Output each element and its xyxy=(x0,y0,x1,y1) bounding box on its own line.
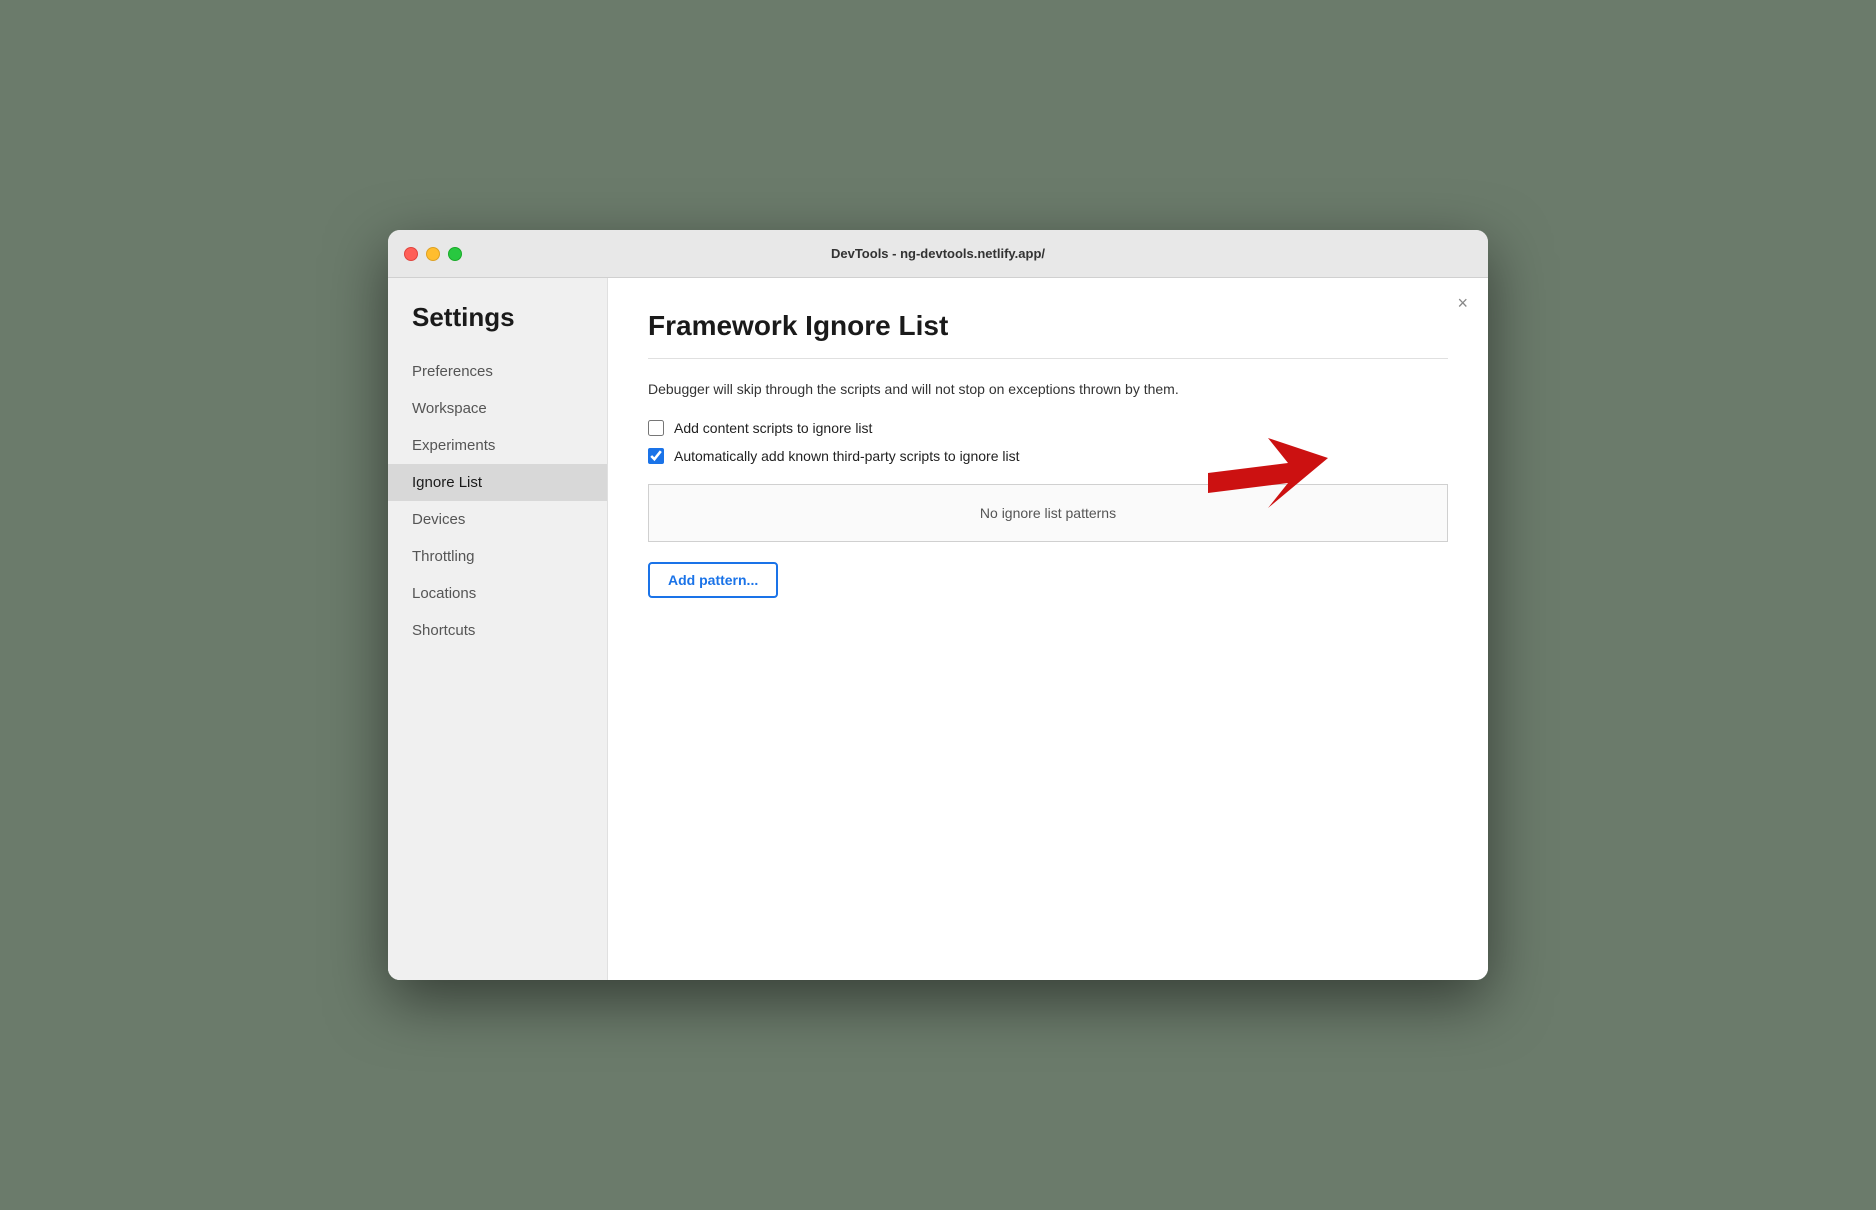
description-text: Debugger will skip through the scripts a… xyxy=(648,379,1448,400)
close-traffic-light[interactable] xyxy=(404,247,418,261)
sidebar-item-locations[interactable]: Locations xyxy=(388,575,607,612)
sidebar-item-workspace[interactable]: Workspace xyxy=(388,390,607,427)
window-title: DevTools - ng-devtools.netlify.app/ xyxy=(831,246,1045,261)
maximize-traffic-light[interactable] xyxy=(448,247,462,261)
window-content: Settings Preferences Workspace Experimen… xyxy=(388,278,1488,980)
sidebar-item-experiments[interactable]: Experiments xyxy=(388,427,607,464)
auto-add-third-party-checkbox[interactable] xyxy=(648,448,664,464)
sidebar-item-shortcuts[interactable]: Shortcuts xyxy=(388,612,607,649)
red-arrow-annotation xyxy=(1208,438,1328,508)
checkbox-row-third-party: Automatically add known third-party scri… xyxy=(648,448,1448,464)
traffic-lights xyxy=(404,247,462,261)
close-button[interactable]: × xyxy=(1457,294,1468,312)
sidebar-item-ignore-list[interactable]: Ignore List xyxy=(388,464,607,501)
patterns-box: No ignore list patterns xyxy=(648,484,1448,542)
add-content-scripts-checkbox[interactable] xyxy=(648,420,664,436)
sidebar: Settings Preferences Workspace Experimen… xyxy=(388,278,608,980)
sidebar-heading: Settings xyxy=(388,302,607,353)
sidebar-item-throttling[interactable]: Throttling xyxy=(388,538,607,575)
sidebar-item-preferences[interactable]: Preferences xyxy=(388,353,607,390)
no-patterns-text: No ignore list patterns xyxy=(980,505,1116,521)
main-panel: × Framework Ignore List Debugger will sk… xyxy=(608,278,1488,980)
app-window: DevTools - ng-devtools.netlify.app/ Sett… xyxy=(388,230,1488,980)
section-divider xyxy=(648,358,1448,359)
minimize-traffic-light[interactable] xyxy=(426,247,440,261)
add-content-scripts-label: Add content scripts to ignore list xyxy=(674,420,872,436)
page-title: Framework Ignore List xyxy=(648,310,1448,342)
checkbox-row-content-scripts: Add content scripts to ignore list xyxy=(648,420,1448,436)
auto-add-third-party-label: Automatically add known third-party scri… xyxy=(674,448,1019,464)
add-pattern-button[interactable]: Add pattern... xyxy=(648,562,778,598)
sidebar-item-devices[interactable]: Devices xyxy=(388,501,607,538)
titlebar: DevTools - ng-devtools.netlify.app/ xyxy=(388,230,1488,278)
